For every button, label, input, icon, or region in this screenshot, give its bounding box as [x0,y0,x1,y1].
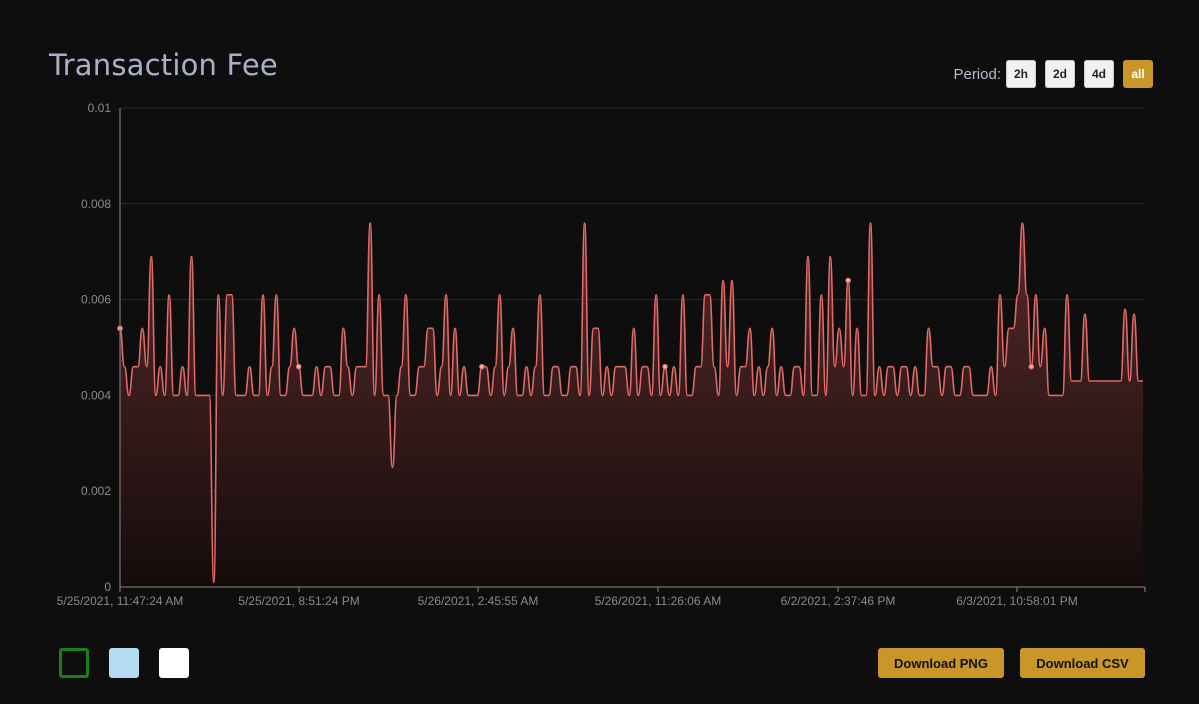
download-csv-button[interactable]: Download CSV [1020,648,1145,678]
y-tick-label: 0 [104,580,111,594]
swatch-green-outline[interactable] [59,648,89,678]
series-point [845,277,851,284]
download-png-button[interactable]: Download PNG [878,648,1004,678]
y-tick-label: 0.002 [81,484,111,498]
y-tick-label: 0.01 [88,101,112,115]
x-tick-label: 5/26/2021, 2:45:55 AM [418,594,539,608]
series-point [479,363,485,370]
y-axis-ticks: 0.01 0.008 0.006 0.004 0.002 0 [81,101,111,594]
x-tick-label: 6/2/2021, 2:37:46 PM [781,594,896,608]
series-markers [117,277,1035,370]
color-swatches [59,648,189,678]
x-axis-ticks: 5/25/2021, 11:47:24 AM 5/25/2021, 8:51:24… [57,587,1146,608]
y-tick-label: 0.004 [81,388,111,402]
y-tick-label: 0.006 [81,293,111,307]
x-tick-label: 5/25/2021, 11:47:24 AM [57,594,184,608]
series-point [1028,363,1035,370]
y-tick-label: 0.008 [81,197,111,211]
x-tick-label: 5/25/2021, 8:51:24 PM [238,594,359,608]
series-point [295,363,302,370]
swatch-white[interactable] [159,648,189,678]
x-tick-label: 6/3/2021, 10:58:01 PM [956,594,1077,608]
swatch-light-blue[interactable] [109,648,139,678]
fee-area [120,223,1143,587]
series-point [662,363,668,370]
chart-plot[interactable]: 0.01 0.008 0.006 0.004 0.002 0 5/25/2021, 11:… [0,0,1199,640]
x-tick-label: 5/26/2021, 11:26:06 AM [595,594,722,608]
